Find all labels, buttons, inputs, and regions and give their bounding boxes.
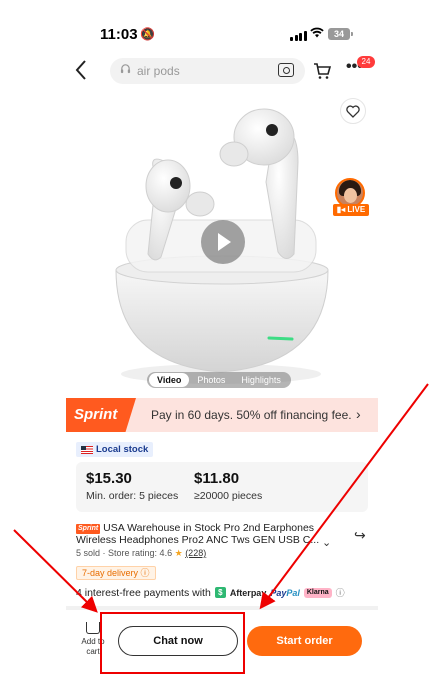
- back-arrow-icon[interactable]: [72, 58, 92, 82]
- notification-badge: 24: [357, 56, 375, 68]
- product-title: Sprint USA Warehouse in Stock Pro 2nd Ea…: [76, 522, 320, 546]
- klarna-logo: Klarna: [303, 587, 332, 598]
- review-count[interactable]: (228): [185, 548, 206, 558]
- sprint-logo: Sprint: [66, 398, 136, 432]
- price-tier: $11.80 ≥20000 pieces: [194, 470, 262, 502]
- installments-row[interactable]: 4 interest-free payments with $ Afterpay…: [76, 586, 345, 599]
- tab-photos[interactable]: Photos: [189, 373, 233, 387]
- delivery-badge: 7-day delivery ⓘ: [76, 566, 156, 580]
- share-icon[interactable]: ↪: [354, 527, 366, 544]
- status-bar: 11:03 🔕 34: [0, 0, 443, 50]
- media-tabs: Video Photos Highlights: [147, 372, 291, 388]
- status-time: 11:03: [100, 26, 138, 43]
- camera-search-icon[interactable]: [278, 63, 294, 77]
- price-value: $15.30: [86, 470, 132, 487]
- price-value: $11.80: [194, 470, 240, 487]
- chevron-right-icon: ›: [356, 406, 361, 422]
- silent-bell-icon: 🔕: [140, 27, 155, 41]
- play-icon[interactable]: [201, 220, 245, 264]
- cellular-signal-icon: [290, 30, 307, 41]
- product-meta: 5 sold · Store rating: 4.6 ★ (228): [76, 548, 207, 558]
- promo-text: Pay in 60 days. 50% off financing fee.: [151, 408, 352, 422]
- paypal-logo: PayPal: [270, 587, 300, 598]
- price-tiers: $15.30 Min. order: 5 pieces $11.80 ≥2000…: [76, 462, 368, 512]
- us-flag-icon: [81, 445, 93, 454]
- divider: [66, 606, 378, 610]
- battery-icon: 34: [328, 28, 353, 40]
- annotation-highlight-box: [100, 612, 245, 674]
- wifi-icon: [310, 26, 324, 41]
- favorite-heart-icon[interactable]: [340, 98, 366, 124]
- sprint-promo-banner[interactable]: Sprint Pay in 60 days. 50% off financing…: [66, 398, 378, 432]
- search-input[interactable]: air pods: [110, 58, 305, 84]
- tab-video[interactable]: Video: [149, 373, 190, 387]
- cart-add-icon: [86, 622, 100, 634]
- live-badge: ▮◂ LIVE: [333, 204, 369, 216]
- tab-highlights[interactable]: Highlights: [233, 373, 289, 387]
- info-icon[interactable]: ⓘ: [336, 586, 345, 599]
- search-placeholder: air pods: [137, 64, 180, 78]
- live-stream-avatar[interactable]: ▮◂ LIVE: [333, 178, 369, 218]
- chevron-down-icon[interactable]: ⌄: [322, 536, 331, 549]
- headphones-icon: [120, 63, 131, 77]
- min-order: Min. order: 5 pieces: [86, 490, 179, 502]
- price-tier: $15.30 Min. order: 5 pieces: [86, 470, 178, 502]
- local-stock-badge: Local stock: [76, 442, 154, 457]
- sprint-tag: Sprint: [76, 524, 101, 534]
- afterpay-label: Afterpay: [229, 587, 267, 598]
- min-order: ≥20000 pieces: [194, 490, 263, 502]
- cart-icon[interactable]: [313, 62, 331, 80]
- star-icon: ★: [174, 548, 183, 558]
- top-bar: air pods ••• 24: [0, 54, 443, 88]
- afterpay-icon: $: [214, 587, 226, 598]
- start-order-button[interactable]: Start order: [247, 626, 362, 656]
